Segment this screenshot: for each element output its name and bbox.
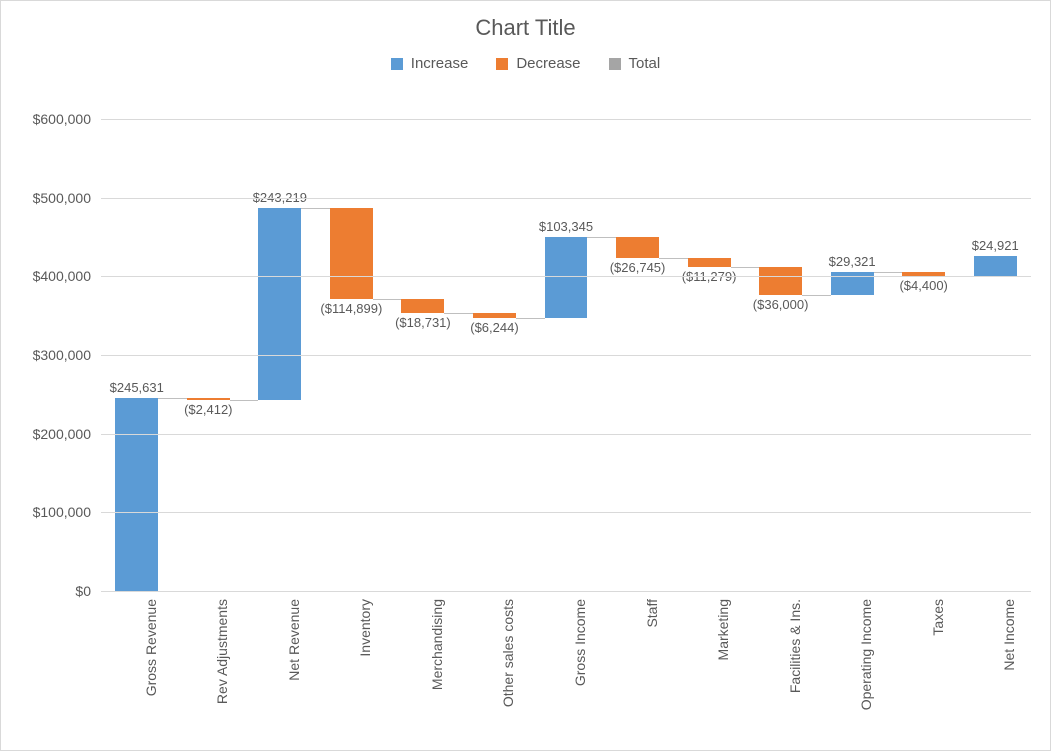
chart-title: Chart Title: [1, 1, 1050, 41]
bar: [759, 267, 802, 295]
data-label: $103,345: [530, 219, 602, 234]
gridline: [101, 355, 1031, 356]
legend-item-increase: Increase: [391, 55, 469, 72]
y-tick-label: $300,000: [1, 347, 91, 363]
x-tick-label: Net Income: [1001, 599, 1017, 671]
gridline: [101, 198, 1031, 199]
x-tick-label: Inventory: [357, 599, 373, 657]
gridline: [101, 434, 1031, 435]
x-tick-label: Operating Income: [858, 599, 874, 710]
bar: [401, 299, 444, 314]
gridline: [101, 276, 1031, 277]
x-tick-label: Net Revenue: [286, 599, 302, 681]
data-label: $29,321: [816, 254, 888, 269]
gridline: [101, 512, 1031, 513]
waterfall-chart: Chart Title Increase Decrease Total $0 $1…: [0, 0, 1051, 751]
connector: [802, 295, 831, 296]
connector: [230, 400, 259, 401]
y-tick-label: $500,000: [1, 190, 91, 206]
y-axis: $0$100,000$200,000$300,000$400,000$500,0…: [1, 119, 101, 591]
connector: [659, 258, 688, 259]
bar: [616, 237, 659, 258]
x-tick-label: Facilities & Ins.: [787, 599, 803, 693]
x-tick-label: Taxes: [930, 599, 946, 636]
bar: [545, 237, 588, 318]
data-label: ($18,731): [387, 315, 459, 330]
y-tick-label: $0: [1, 583, 91, 599]
bar: [473, 313, 516, 318]
data-label: ($36,000): [745, 297, 817, 312]
gridline: [101, 119, 1031, 120]
data-label: $245,631: [101, 380, 173, 395]
x-tick-label: Staff: [644, 599, 660, 628]
y-tick-label: $400,000: [1, 268, 91, 284]
bar: [902, 272, 945, 275]
legend-swatch-decrease: [496, 58, 508, 70]
bar: [258, 208, 301, 399]
connector: [444, 313, 473, 314]
data-label: ($4,400): [888, 278, 960, 293]
x-tick-label: Gross Income: [572, 599, 588, 686]
legend-label: Increase: [411, 55, 469, 72]
legend-swatch-increase: [391, 58, 403, 70]
gridline: [101, 591, 1031, 592]
y-tick-label: $600,000: [1, 111, 91, 127]
connector: [731, 267, 760, 268]
connector: [516, 318, 545, 319]
connector: [587, 237, 616, 238]
bar: [187, 398, 230, 400]
bar: [688, 258, 731, 267]
bar: [115, 398, 158, 591]
data-label: ($2,412): [173, 402, 245, 417]
x-tick-label: Marketing: [715, 599, 731, 660]
data-label: $24,921: [959, 238, 1031, 253]
legend-item-total: Total: [609, 55, 661, 72]
x-axis: Gross Revenue Rev Adjustments Net Revenue I…: [101, 591, 1031, 741]
legend-label: Total: [629, 55, 661, 72]
legend-label: Decrease: [516, 55, 580, 72]
connector: [301, 208, 330, 209]
x-tick-label: Merchandising: [429, 599, 445, 690]
y-tick-label: $200,000: [1, 426, 91, 442]
data-label: ($26,745): [602, 260, 674, 275]
legend-item-decrease: Decrease: [496, 55, 580, 72]
connector: [158, 398, 187, 399]
bar: [974, 256, 1017, 276]
bar: [330, 208, 373, 298]
y-tick-label: $100,000: [1, 504, 91, 520]
data-label: ($114,899): [316, 301, 388, 316]
x-tick-label: Gross Revenue: [143, 599, 159, 696]
connector: [874, 272, 903, 273]
x-tick-label: Rev Adjustments: [214, 599, 230, 704]
connector: [373, 299, 402, 300]
legend: Increase Decrease Total: [1, 55, 1050, 72]
x-tick-label: Other sales costs: [500, 599, 516, 707]
data-label: ($6,244): [459, 320, 531, 335]
legend-swatch-total: [609, 58, 621, 70]
